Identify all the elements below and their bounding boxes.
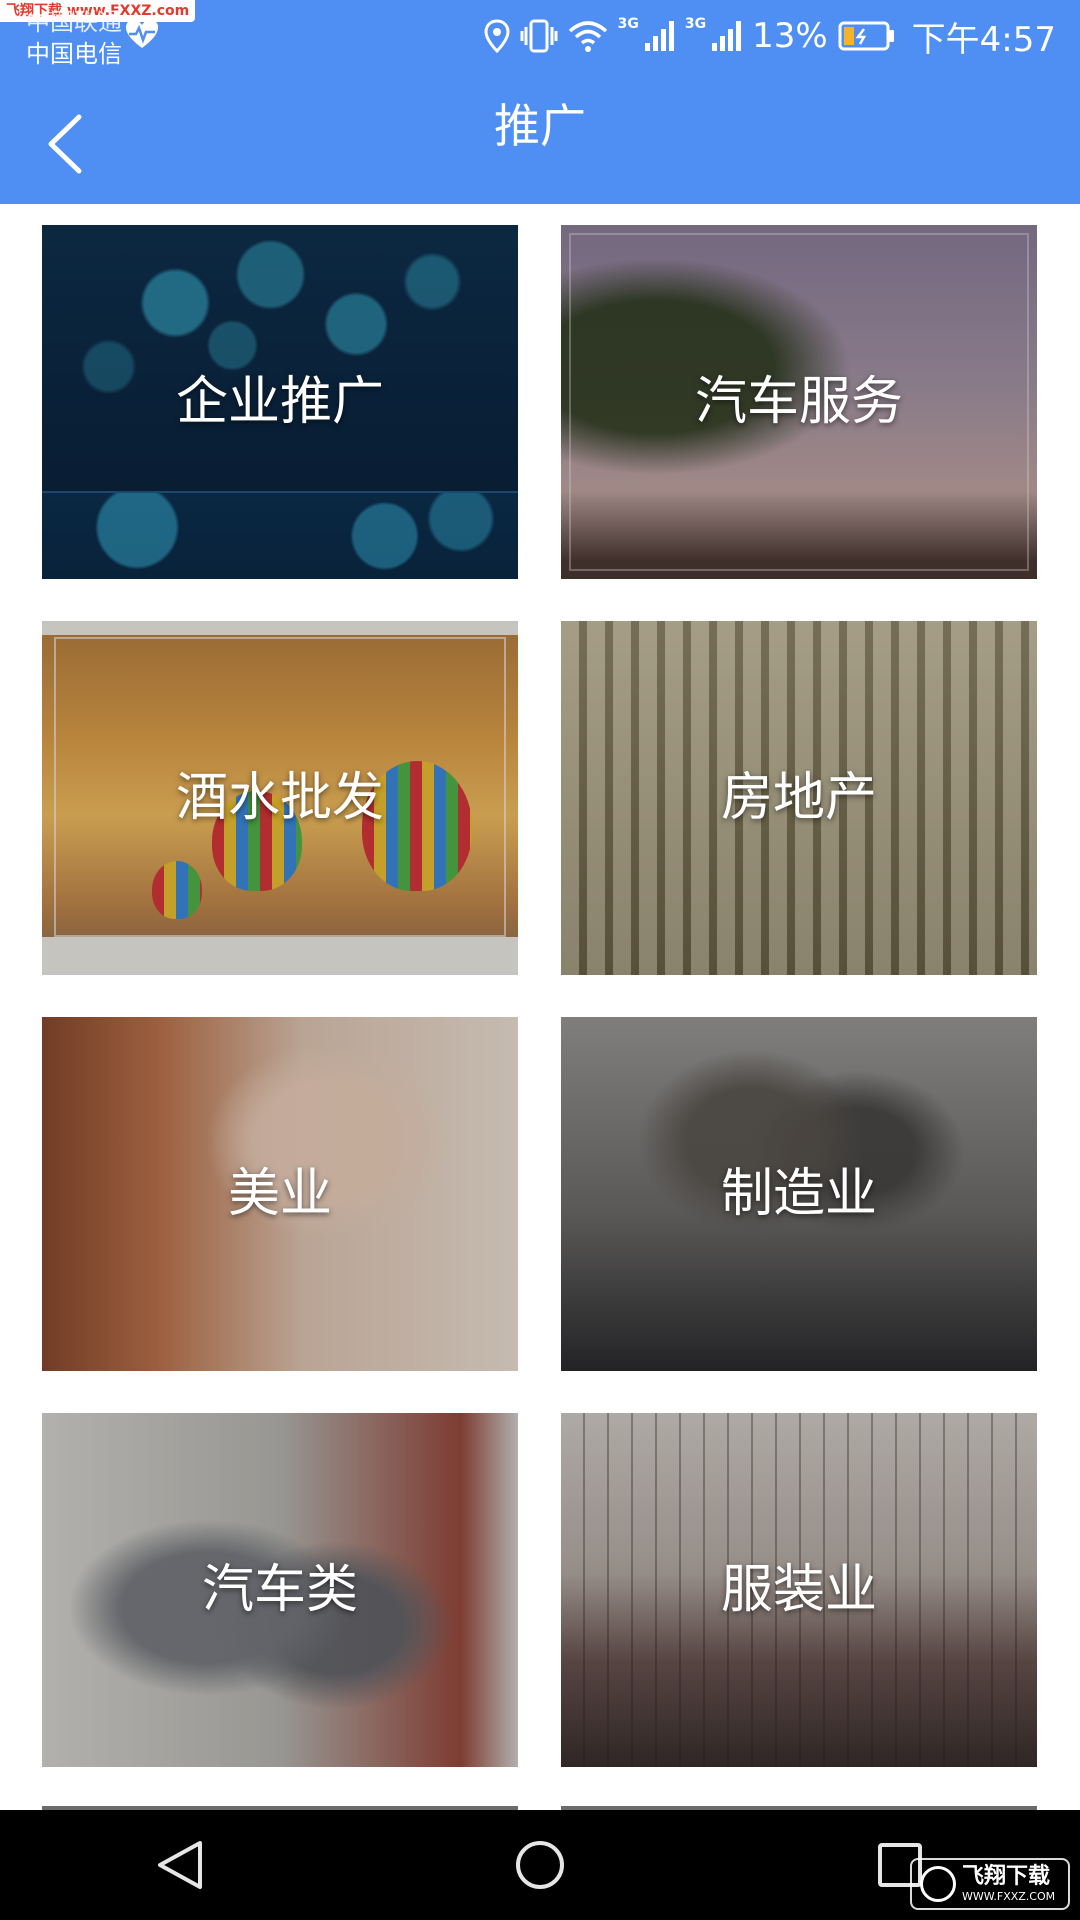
watermark-main-text: 飞翔下载 bbox=[962, 1864, 1051, 1889]
category-label: 美业 bbox=[227, 1164, 332, 1224]
category-card-apparel[interactable]: 服装业 bbox=[561, 1413, 1037, 1767]
app-header: 飞翔下载 www.FXXZ.com 中国联通 中国电信 3G 3G 13% 下午… bbox=[0, 0, 1080, 204]
category-label: 房地产 bbox=[720, 768, 877, 828]
category-card-liquor[interactable]: 酒水批发 bbox=[42, 621, 518, 975]
heart-icon bbox=[126, 20, 158, 48]
status-icons: 3G 3G 13% 下午4:57 bbox=[484, 14, 1056, 60]
clock: 下午4:57 bbox=[911, 19, 1056, 60]
circle-home-icon bbox=[516, 1841, 564, 1889]
carrier-secondary: 中国电信 bbox=[26, 40, 122, 68]
carrier-primary: 中国联通 bbox=[26, 8, 122, 36]
screen: 飞翔下载 www.FXXZ.com 中国联通 中国电信 3G 3G 13% 下午… bbox=[0, 0, 1080, 1920]
signal-icon bbox=[712, 21, 742, 51]
category-card-enterprise[interactable]: 企业推广 bbox=[42, 225, 518, 579]
category-label: 制造业 bbox=[720, 1164, 877, 1224]
category-label: 服装业 bbox=[720, 1560, 877, 1620]
vibrate-icon bbox=[520, 19, 558, 53]
category-grid: 企业推广 汽车服务 酒水批发 房地产 美业 制造业 汽车类 服装业 bbox=[0, 204, 1080, 1810]
triangle-back-icon bbox=[158, 1841, 202, 1889]
location-icon bbox=[484, 19, 510, 53]
nav-home-button[interactable] bbox=[480, 1810, 600, 1920]
category-label: 企业推广 bbox=[175, 372, 384, 432]
category-label: 汽车类 bbox=[201, 1560, 358, 1620]
wifi-icon bbox=[568, 21, 607, 52]
network-type: 3G bbox=[617, 16, 639, 32]
category-card-real-estate[interactable]: 房地产 bbox=[561, 621, 1037, 975]
watermark-sub-text: WWW.FXXZ.COM bbox=[962, 1890, 1056, 1903]
battery-percent: 13% bbox=[752, 16, 828, 56]
watermark-logo-icon bbox=[920, 1866, 956, 1902]
category-card-manufacturing[interactable]: 制造业 bbox=[561, 1017, 1037, 1371]
category-card-beauty[interactable]: 美业 bbox=[42, 1017, 518, 1371]
category-label: 汽车服务 bbox=[694, 372, 903, 432]
category-card-automotive[interactable]: 汽车类 bbox=[42, 1413, 518, 1767]
category-card-auto-service[interactable]: 汽车服务 bbox=[561, 225, 1037, 579]
site-watermark: 飞翔下载 WWW.FXXZ.COM bbox=[910, 1858, 1070, 1910]
battery-icon bbox=[838, 21, 894, 51]
system-nav-bar: 飞翔下载 WWW.FXXZ.COM bbox=[0, 1810, 1080, 1920]
network-type-2: 3G bbox=[684, 16, 707, 32]
signal-icon bbox=[644, 21, 674, 51]
nav-back-button[interactable] bbox=[120, 1810, 240, 1920]
category-label: 酒水批发 bbox=[175, 768, 384, 828]
page-title: 推广 bbox=[494, 99, 586, 153]
